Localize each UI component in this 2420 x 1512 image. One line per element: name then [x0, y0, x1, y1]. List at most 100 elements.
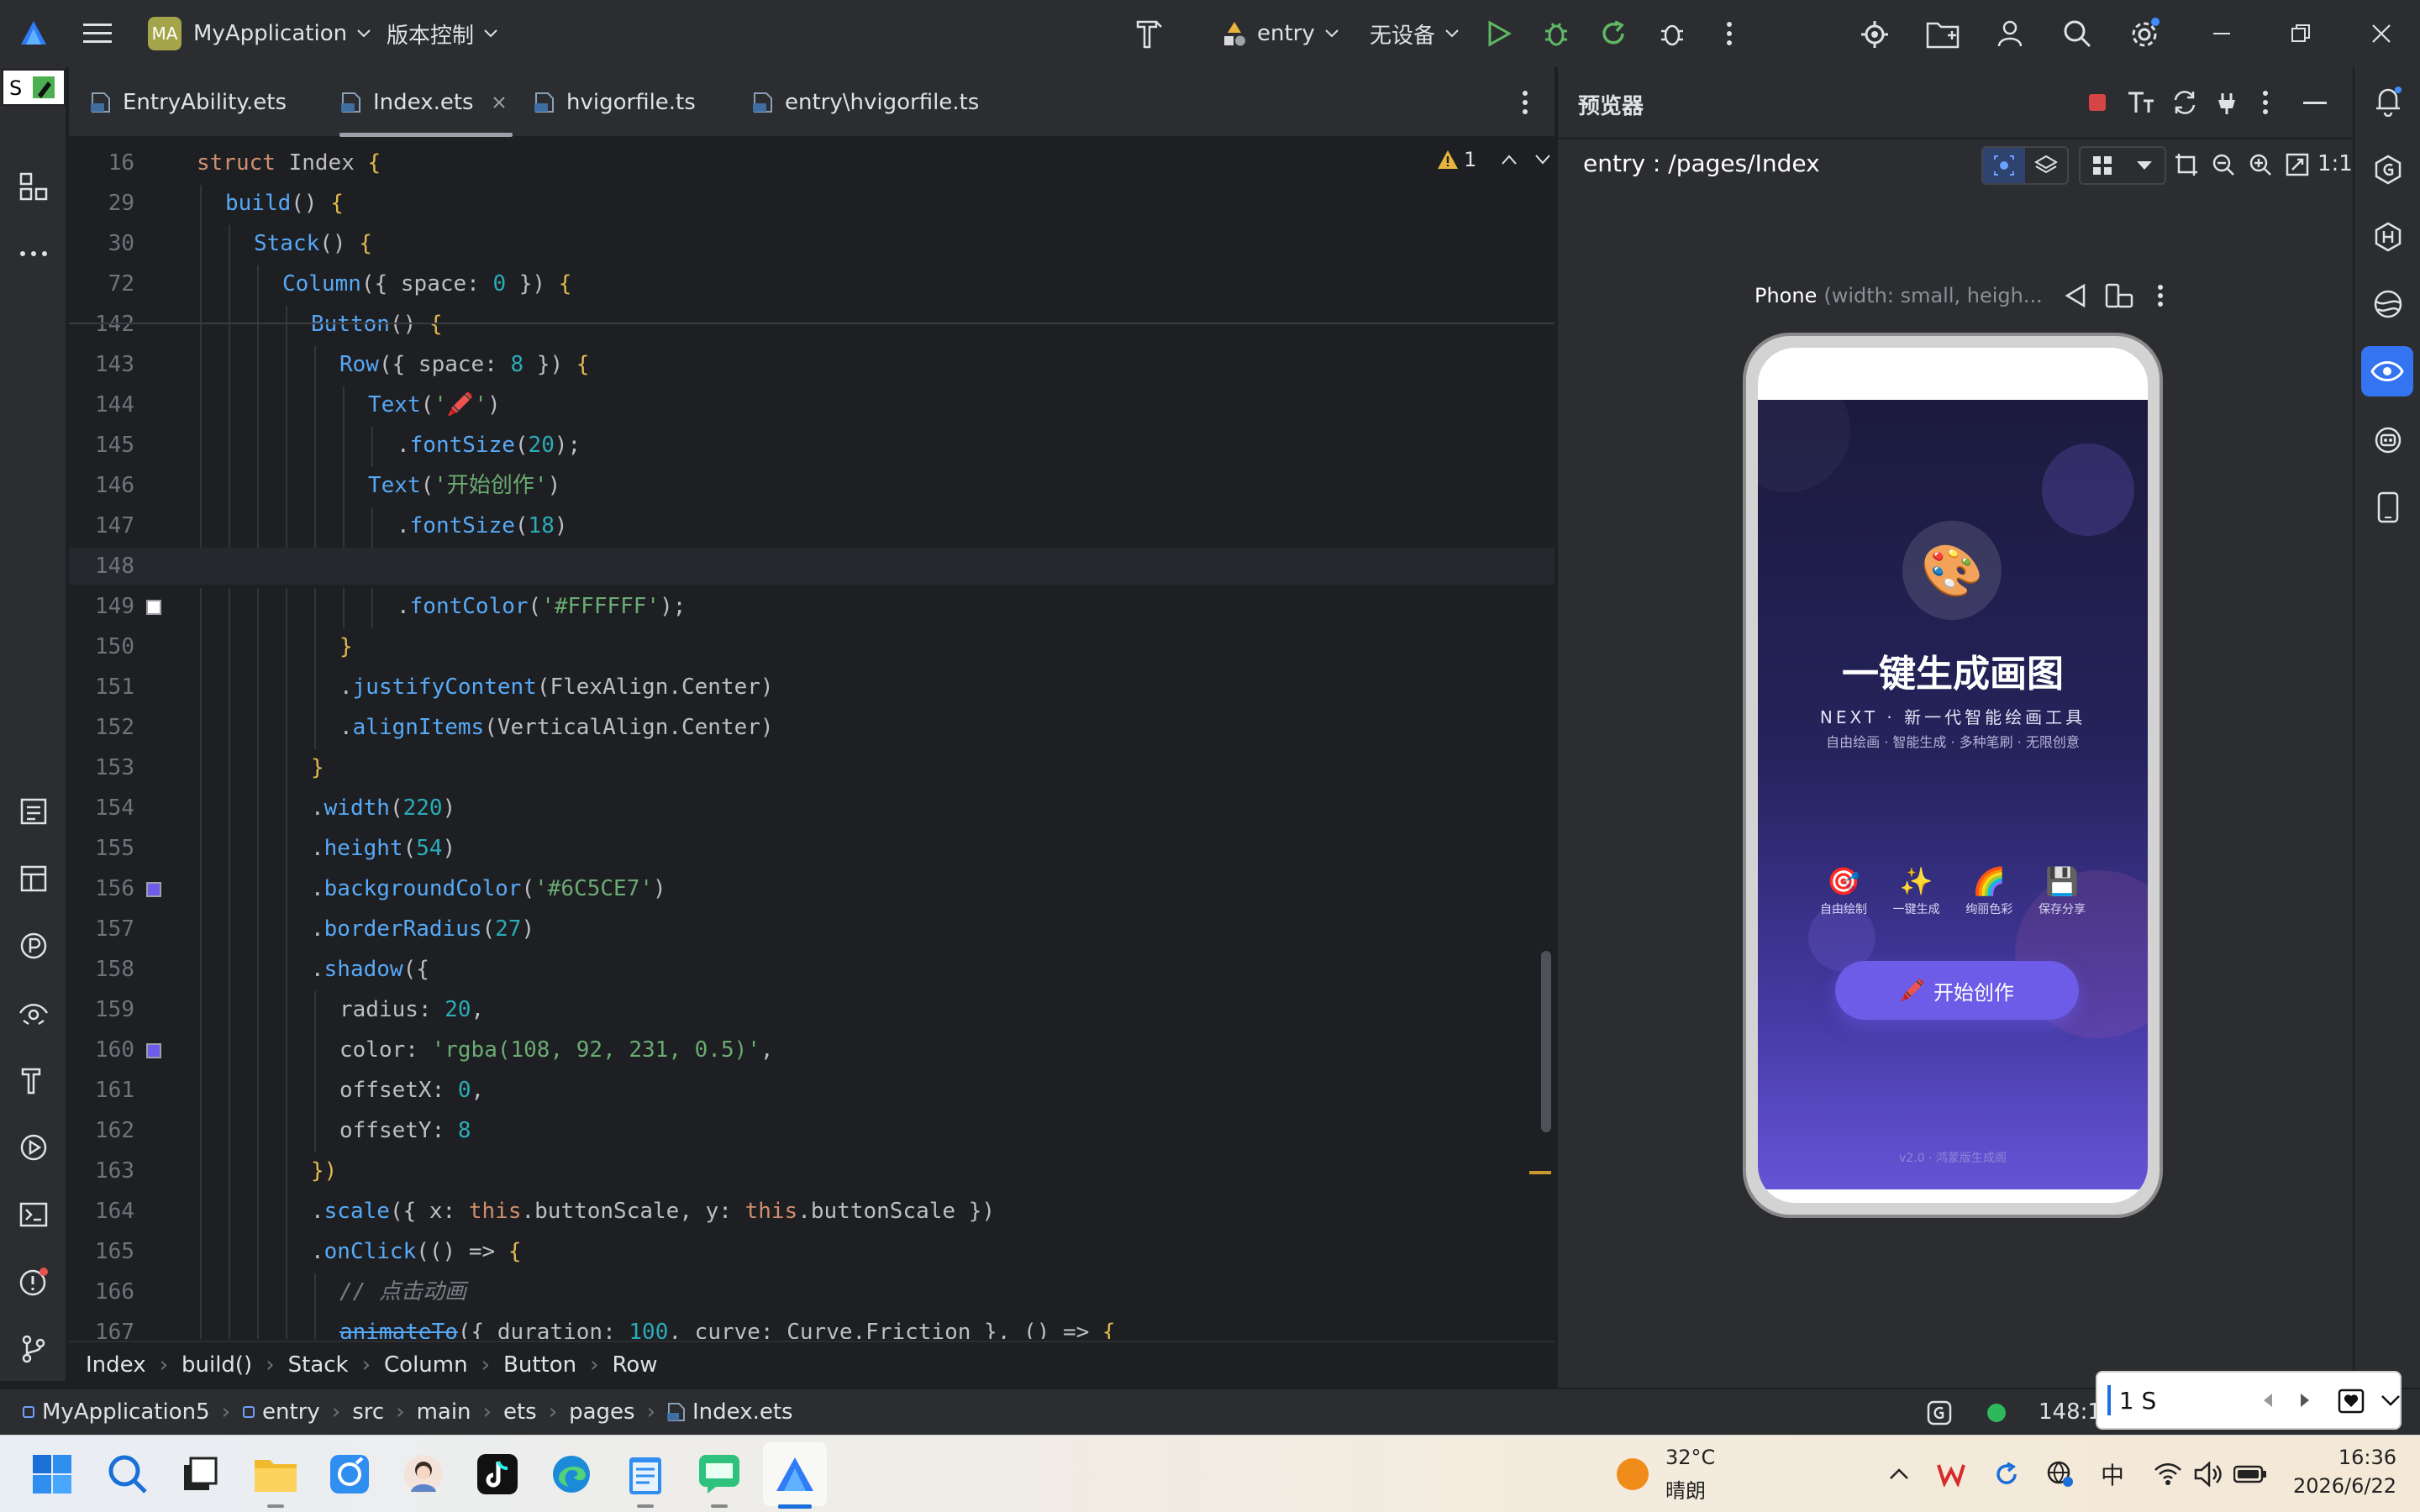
- app-logo-icon[interactable]: [18, 18, 49, 49]
- code-line[interactable]: 16 struct Index {: [69, 144, 1555, 181]
- project-switcher[interactable]: MA MyApplication: [148, 17, 371, 50]
- breadcrumb-item[interactable]: Index: [86, 1352, 146, 1378]
- prev-highlight-icon[interactable]: [1502, 155, 1518, 165]
- file-explorer-icon[interactable]: [249, 1447, 302, 1501]
- color-swatch-icon[interactable]: [146, 882, 161, 897]
- device-phone-icon[interactable]: [2370, 489, 2407, 526]
- code-line[interactable]: 72 Column({ space: 0 }) {: [69, 265, 1555, 306]
- ime-prev-icon[interactable]: [2262, 1393, 2274, 1408]
- zoom-ratio[interactable]: 1:1: [2317, 151, 2353, 176]
- tab-more-icon[interactable]: [1512, 89, 1538, 116]
- fit-screen-icon[interactable]: [2284, 151, 2311, 178]
- inspection-widget[interactable]: 1: [1437, 144, 1551, 175]
- code-line[interactable]: 142 Button() {: [69, 306, 1555, 346]
- avatar-app-icon[interactable]: [397, 1447, 450, 1501]
- browser-app-icon[interactable]: [323, 1447, 376, 1501]
- code-line[interactable]: 160 color: 'rgba(108, 92, 231, 0.5)',: [69, 1032, 1555, 1072]
- breadcrumb-item[interactable]: Button: [503, 1352, 576, 1378]
- path-segment[interactable]: pages: [569, 1399, 634, 1425]
- stop-preview-icon[interactable]: [2086, 91, 2109, 114]
- search-taskbar-icon[interactable]: [101, 1447, 155, 1501]
- problems-icon[interactable]: [17, 1265, 50, 1299]
- inspector-eye-icon[interactable]: [17, 996, 50, 1030]
- more-vertical-icon[interactable]: [1714, 18, 1744, 49]
- tab-entry-hvigorfile[interactable]: entry\hvigorfile.ts: [753, 67, 979, 138]
- chevron-up-icon[interactable]: [1884, 1447, 1914, 1501]
- network-globe-tray-icon[interactable]: [2044, 1447, 2077, 1501]
- next-highlight-icon[interactable]: [1535, 155, 1551, 165]
- minimize-icon[interactable]: [2212, 24, 2232, 44]
- close-tab-icon[interactable]: [492, 96, 506, 109]
- tab-hvigorfile[interactable]: hvigorfile.ts: [534, 67, 696, 138]
- crop-frame-icon[interactable]: [2173, 151, 2200, 178]
- start-windows-icon[interactable]: [25, 1447, 79, 1501]
- ime-input-text[interactable]: 1 S: [2119, 1387, 2237, 1415]
- current-code-line[interactable]: 148: [69, 548, 1555, 585]
- code-line[interactable]: 146 Text('开始创作'): [69, 467, 1555, 507]
- breadcrumb-item[interactable]: build(): [182, 1352, 252, 1378]
- account-user-icon[interactable]: [1995, 18, 2025, 49]
- debug-bug-icon[interactable]: [1541, 18, 1571, 49]
- code-line[interactable]: 155 .height(54): [69, 830, 1555, 870]
- reload-icon[interactable]: [1598, 18, 1628, 49]
- terminal-icon[interactable]: [17, 1198, 50, 1231]
- code-line[interactable]: 153}: [69, 749, 1555, 790]
- restore-window-icon[interactable]: [2291, 24, 2311, 44]
- path-segment[interactable]: entry: [262, 1399, 320, 1425]
- main-menu-icon[interactable]: [82, 18, 113, 49]
- wps-tray-icon[interactable]: [1934, 1447, 1968, 1501]
- weather-sun-icon[interactable]: [1612, 1447, 1654, 1501]
- inspector-toggle-icon[interactable]: [1983, 148, 2025, 183]
- ime-favorite-icon[interactable]: [2338, 1387, 2365, 1414]
- code-line[interactable]: 166 // 点击动画: [69, 1273, 1555, 1314]
- notifications-bell-icon[interactable]: [2370, 82, 2407, 119]
- ai-assistant-icon[interactable]: [2370, 422, 2407, 459]
- git-branch-icon[interactable]: [17, 1332, 50, 1366]
- notepad-icon[interactable]: [618, 1447, 672, 1501]
- path-segment[interactable]: MyApplication5: [42, 1399, 210, 1425]
- color-swatch-icon[interactable]: [146, 600, 161, 615]
- layout-table-icon[interactable]: [17, 862, 50, 895]
- code-line[interactable]: 151 .justifyContent(FlexAlign.Center): [69, 669, 1555, 709]
- previewer-more-icon[interactable]: [2257, 89, 2274, 116]
- clock-date[interactable]: 2026/6/22: [2279, 1474, 2396, 1498]
- edge-browser-icon[interactable]: [544, 1447, 598, 1501]
- tab-entryability[interactable]: EntryAbility.ets: [91, 67, 287, 138]
- path-segment[interactable]: src: [352, 1399, 384, 1425]
- code-line[interactable]: 158 .shadow({: [69, 951, 1555, 991]
- path-segment[interactable]: Index.ets: [692, 1399, 793, 1425]
- ime-language-indicator[interactable]: 中: [2096, 1447, 2129, 1501]
- layers-icon[interactable]: [2025, 148, 2067, 183]
- code-line[interactable]: 29 build() {: [69, 185, 1555, 225]
- font-size-icon[interactable]: [2126, 89, 2156, 116]
- breadcrumb-item[interactable]: Column: [384, 1352, 468, 1378]
- device-more-icon[interactable]: [2157, 284, 2164, 307]
- sync-tray-icon[interactable]: [1990, 1447, 2023, 1501]
- breadcrumb-item[interactable]: Stack: [288, 1352, 349, 1378]
- hot-reload-plug-icon[interactable]: [2213, 89, 2240, 116]
- path-segment[interactable]: main: [417, 1399, 471, 1425]
- ime-next-icon[interactable]: [2299, 1393, 2311, 1408]
- code-line[interactable]: 159 radius: 20,: [69, 991, 1555, 1032]
- codegenie-status-icon[interactable]: [1926, 1399, 1953, 1426]
- tiktok-icon[interactable]: [471, 1447, 524, 1501]
- code-line[interactable]: 162 offsetY: 8: [69, 1112, 1555, 1152]
- code-line[interactable]: 30 Stack() {: [69, 225, 1555, 265]
- task-view-icon[interactable]: [173, 1447, 227, 1501]
- harmony-h-icon[interactable]: [2370, 218, 2407, 255]
- code-line[interactable]: 145 .fontSize(20);: [69, 427, 1555, 467]
- code-line[interactable]: 147 .fontSize(18): [69, 507, 1555, 548]
- device-selector[interactable]: 无设备: [1370, 17, 1459, 50]
- back-triangle-icon[interactable]: [2065, 284, 2086, 307]
- wifi-icon[interactable]: [2153, 1447, 2183, 1501]
- cursor-position[interactable]: 148:1: [2039, 1399, 2102, 1425]
- run-config-selector[interactable]: entry: [1220, 17, 1339, 50]
- todo-list-icon[interactable]: [17, 795, 50, 828]
- code-editor[interactable]: 16 struct Index { 29 build() {30 Stack() {72…: [69, 138, 1555, 1339]
- multi-device-toggle[interactable]: [2079, 146, 2166, 185]
- globe-icon[interactable]: [2370, 286, 2407, 323]
- device-manager-icon[interactable]: [1859, 18, 1891, 50]
- battery-icon[interactable]: [2232, 1447, 2269, 1501]
- more-horizontal-icon[interactable]: [17, 237, 50, 270]
- project-folder-icon[interactable]: [1926, 18, 1960, 50]
